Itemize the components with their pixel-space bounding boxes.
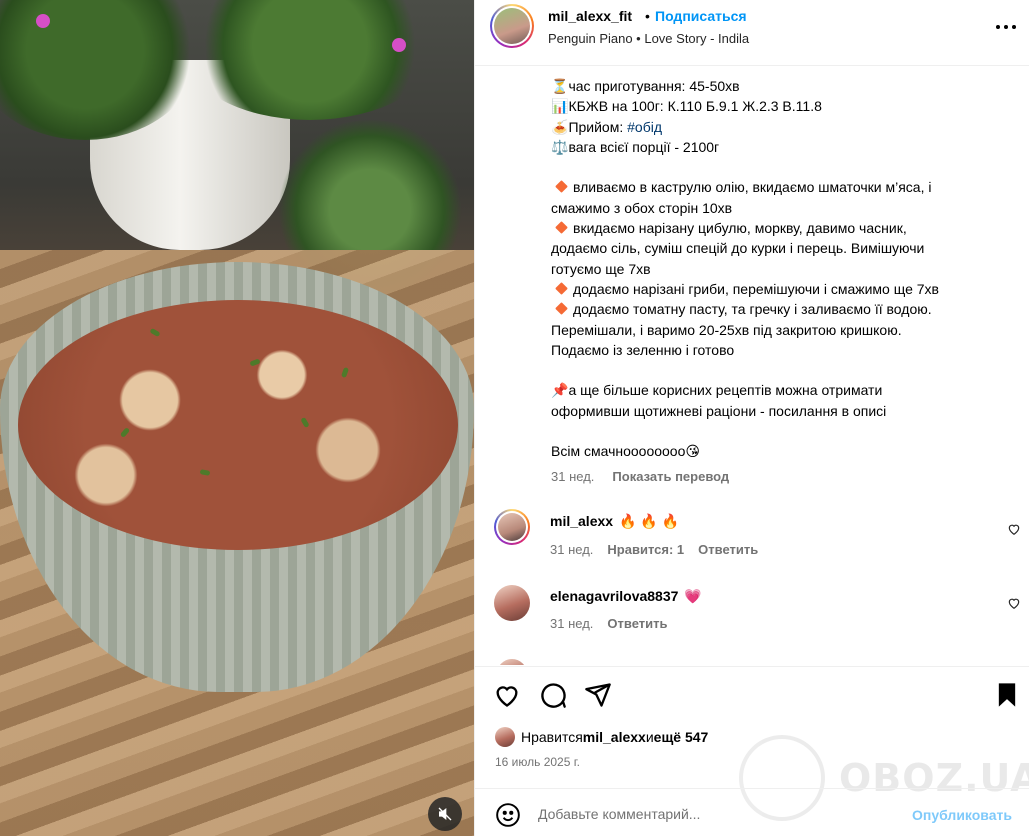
audio-track[interactable]: Penguin Piano • Love Story - Indila bbox=[548, 31, 749, 46]
caption-line: ⏳час приготування: 45-50хв bbox=[551, 78, 740, 94]
comment-text: 💗 bbox=[684, 588, 702, 604]
comment-age: 31 нед. bbox=[550, 542, 594, 557]
step-line: готуємо ще 7хв bbox=[551, 260, 651, 277]
translate-button[interactable]: Показать перевод bbox=[612, 469, 729, 484]
promo-line: оформивши щотижневі раціони - посилання … bbox=[551, 402, 887, 419]
comment-likes[interactable]: Нравится: 1 bbox=[607, 542, 684, 557]
diamond-bullet-icon bbox=[555, 180, 568, 194]
like-heart-icon[interactable] bbox=[493, 681, 521, 709]
comment-text: 🔥 🔥 🔥 bbox=[619, 513, 680, 529]
mute-button[interactable] bbox=[428, 797, 462, 831]
commenter-avatar[interactable] bbox=[497, 659, 527, 665]
instagram-post-view: mil_alexx_fit • Подписаться Penguin Pian… bbox=[0, 0, 1029, 836]
comment-body: elenagavrilova8837 💗 bbox=[550, 588, 702, 605]
author-username[interactable]: mil_alexx_fit bbox=[548, 8, 632, 24]
caption-meta: 31 нед. Показать перевод bbox=[551, 469, 729, 484]
emoji-icon[interactable] bbox=[495, 802, 521, 828]
step-line: вливаємо в каструлю олію, вкидаємо шмато… bbox=[551, 177, 1006, 197]
promo-line: 📌а ще більше корисних рецептів можна отр… bbox=[551, 382, 883, 399]
commenter-avatar[interactable] bbox=[494, 509, 530, 545]
meal-icon: 🍝 bbox=[551, 118, 569, 135]
more-options-button[interactable] bbox=[993, 14, 1019, 40]
commenter-username[interactable]: mil_alexx bbox=[550, 513, 613, 529]
buckwheat-dish bbox=[18, 300, 458, 550]
heart-icon[interactable] bbox=[1007, 522, 1021, 536]
step-line: Подаємо із зеленню і готово bbox=[551, 341, 735, 358]
diamond-bullet-icon bbox=[555, 282, 568, 295]
comment-meta: 31 нед. Ответить bbox=[550, 616, 681, 631]
diamond-bullet-icon bbox=[555, 302, 568, 316]
flower bbox=[392, 38, 406, 52]
speaker-muted-icon bbox=[438, 807, 452, 821]
step-line: додаємо нарізані гриби, перемішуючи і см… bbox=[551, 279, 1006, 299]
post-date: 16 июль 2025 г. bbox=[495, 755, 580, 769]
scale-icon: ⚖️ bbox=[551, 138, 569, 155]
liker-avatar bbox=[495, 727, 515, 747]
comment-age: 31 нед. bbox=[550, 616, 594, 631]
commenter-avatar[interactable] bbox=[494, 585, 530, 621]
likes-summary[interactable]: Нравится mil_alexx и ещё 547 bbox=[495, 727, 708, 747]
reply-button[interactable]: Ответить bbox=[698, 542, 758, 557]
comment-body: mil_alexx 🔥 🔥 🔥 bbox=[550, 513, 679, 530]
commenter-username[interactable]: elenagavrilova8837 bbox=[550, 588, 678, 604]
step-line: додаємо томатну пасту, та гречку і залив… bbox=[551, 299, 1006, 319]
more-horizontal-icon bbox=[996, 25, 1016, 29]
step-line: Перемішали, і варимо 20-25хв під закрито… bbox=[551, 321, 902, 338]
diamond-bullet-icon bbox=[555, 221, 568, 234]
author-avatar[interactable] bbox=[490, 4, 534, 48]
comment-bubble-icon[interactable] bbox=[539, 681, 567, 709]
heart-icon[interactable] bbox=[1007, 596, 1021, 610]
step-line: смажимо з обох сторін 10хв bbox=[551, 199, 733, 216]
step-line: додаємо сіль, суміш спецій до курки і пе… bbox=[551, 240, 925, 257]
step-line: вкидаємо нарізану цибулю, моркву, давимо… bbox=[551, 218, 1006, 238]
chart-icon: 📊 bbox=[551, 98, 569, 115]
add-comment-bar: Опубликовать bbox=[475, 788, 1029, 836]
caption-line: 📊КБЖВ на 100г: К.110 Б.9.1 Ж.2.3 В.11.8 bbox=[551, 98, 822, 115]
post-caption: ⏳час приготування: 45-50хв 📊КБЖВ на 100г… bbox=[551, 76, 1006, 462]
liker-username[interactable]: mil_alexx bbox=[583, 729, 646, 745]
bookmark-saved-icon[interactable] bbox=[993, 681, 1021, 709]
post-header: mil_alexx_fit • Подписаться Penguin Pian… bbox=[475, 0, 1029, 66]
closing-line: Всім смачноооооооо😘 bbox=[551, 443, 700, 460]
caption-line: 🍝Прийом: #обід bbox=[551, 118, 662, 135]
caption-line: ⚖️вага всієї порції - 2100г bbox=[551, 138, 720, 155]
reply-button[interactable]: Ответить bbox=[607, 616, 667, 631]
publish-button[interactable]: Опубликовать bbox=[912, 807, 1012, 823]
comment-meta: 31 нед. Нравится: 1 Ответить bbox=[550, 542, 772, 557]
separator-dot: • bbox=[645, 8, 650, 24]
post-sidebar: mil_alexx_fit • Подписаться Penguin Pian… bbox=[474, 0, 1029, 836]
flower bbox=[36, 14, 50, 28]
caption-age: 31 нед. bbox=[551, 469, 595, 484]
follow-button[interactable]: Подписаться bbox=[655, 8, 747, 24]
hashtag-link[interactable]: #обід bbox=[627, 119, 662, 135]
post-video[interactable] bbox=[0, 0, 474, 836]
post-actions: Нравится mil_alexx и ещё 547 16 июль 202… bbox=[475, 666, 1029, 787]
comments-scroll-area[interactable]: ⏳час приготування: 45-50хв 📊КБЖВ на 100г… bbox=[475, 67, 1029, 665]
likes-count[interactable]: ещё 547 bbox=[654, 729, 709, 745]
share-paper-plane-icon[interactable] bbox=[584, 681, 612, 709]
comment-input[interactable] bbox=[538, 801, 898, 827]
hourglass-icon: ⏳ bbox=[551, 78, 569, 94]
pushpin-icon: 📌 bbox=[551, 382, 569, 399]
